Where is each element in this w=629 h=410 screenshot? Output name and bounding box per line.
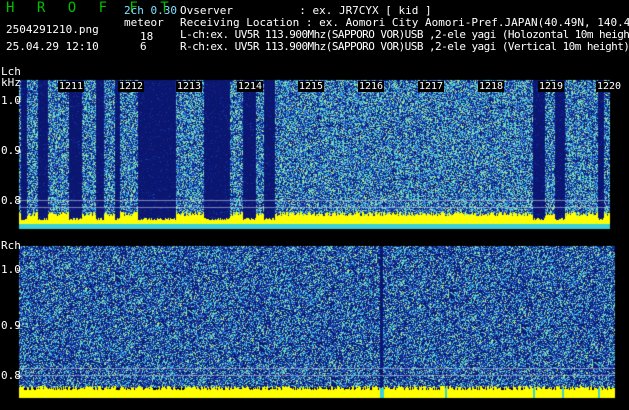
time-label: 1218: [478, 81, 505, 92]
datetime-label: 25.04.29 12:10: [6, 40, 99, 53]
time-label: 1216: [358, 81, 385, 92]
time-label: 1219: [538, 81, 565, 92]
rch-ytick-3: 0.8: [1, 369, 21, 382]
time-label: 1214: [237, 81, 264, 92]
rch-label: Rch: [1, 239, 21, 252]
lch-ytick-3: 0.8: [1, 194, 21, 207]
rch-count: 6: [140, 40, 147, 53]
meteor-label: meteor: [124, 16, 164, 29]
time-label: 1217: [418, 81, 445, 92]
lch-unit: kHz: [1, 76, 21, 89]
rch-ytick-1: 1.0: [1, 263, 21, 276]
time-label: 1211: [58, 81, 85, 92]
spectrogram-canvas: [0, 0, 629, 410]
rch-line: R-ch:ex. UV5R 113.900Mhz(SAPPORO VOR)USB…: [180, 40, 629, 53]
time-label: 1212: [118, 81, 145, 92]
time-label: 1213: [176, 81, 203, 92]
lch-ytick-2: 0.9: [1, 144, 21, 157]
lch-ytick-1: 1.0: [1, 94, 21, 107]
time-label: 1220: [596, 81, 623, 92]
time-label: 1215: [298, 81, 325, 92]
rch-ytick-2: 0.9: [1, 319, 21, 332]
filename-label: 2504291210.png: [6, 23, 99, 36]
